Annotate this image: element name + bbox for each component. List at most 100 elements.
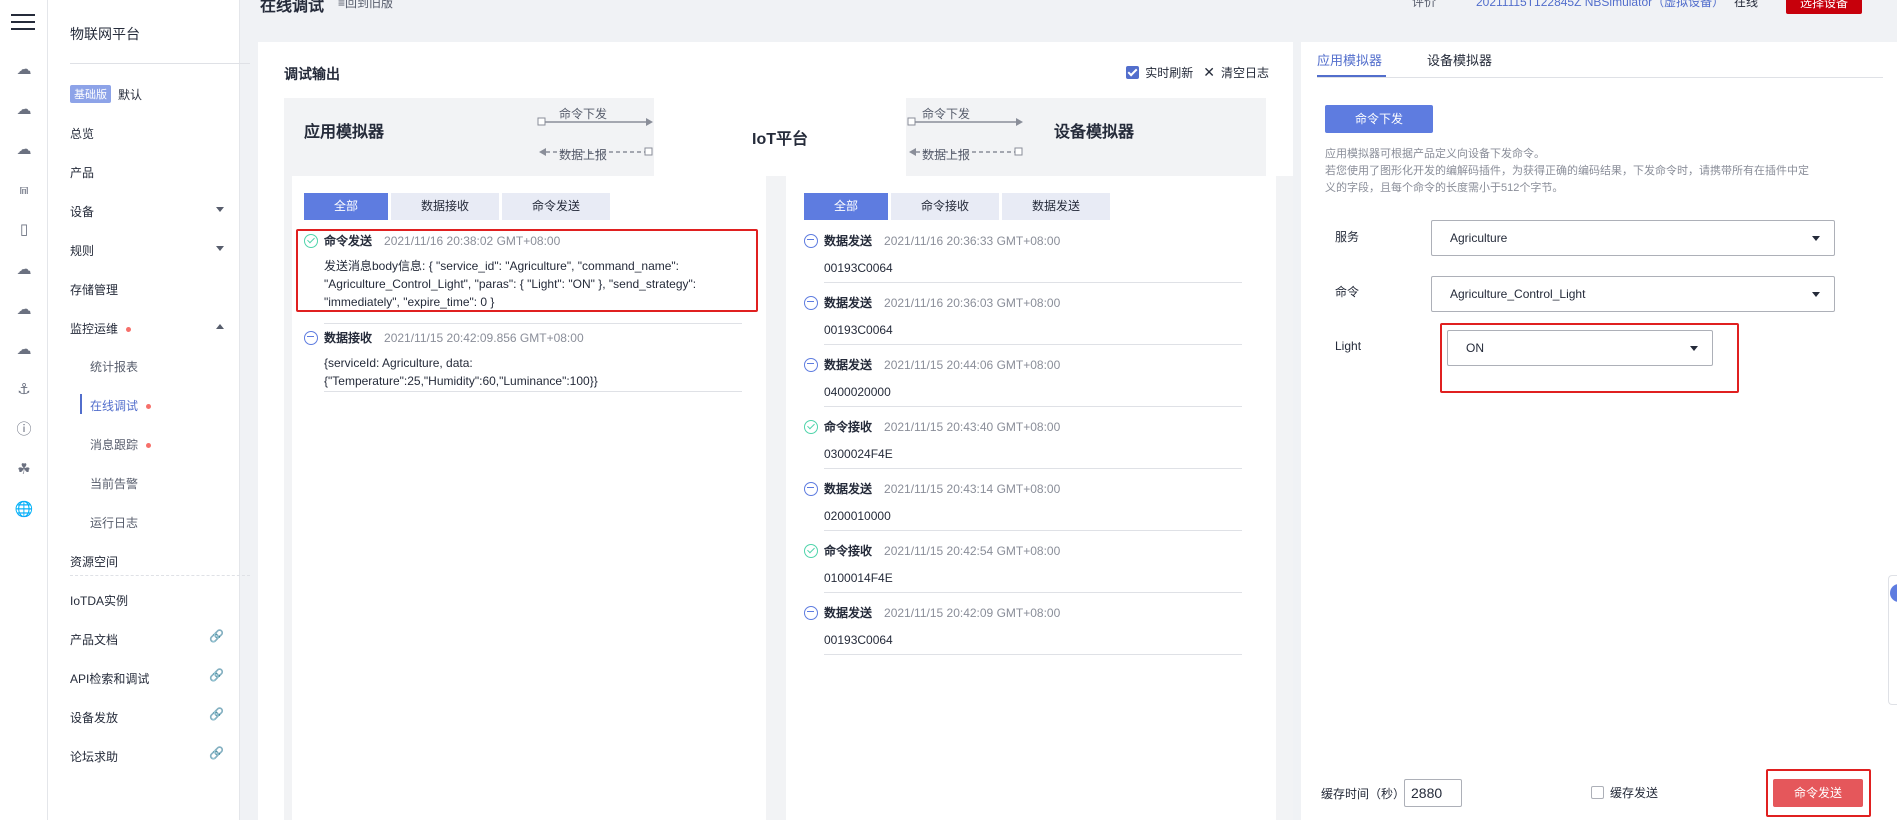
tab-command-send[interactable]: 命令发送 [502, 193, 610, 220]
device-log-entry: 数据发送 2021/11/16 20:36:03 GMT+08:00 00193C0… [804, 294, 1244, 339]
sidebar-item-label: 存储管理 [70, 283, 119, 297]
log-divider [324, 391, 742, 392]
iot-platform-box: IoT平台 [654, 98, 906, 176]
tabs-border [1317, 77, 1883, 78]
sidebar-item-device-provisioning[interactable]: 设备发放 🔗 [70, 707, 240, 726]
icon-rail: ☁ ☁ ☁ ⩎ ▯ ☁ ☁ ☁ ⚓ ⓘ ☘ 🌐 [0, 0, 48, 820]
sidebar-subitem-message-trace[interactable]: 消息跟踪 [90, 436, 152, 453]
simulator-description: 应用模拟器可根据产品定义向设备下发命令。 若您使用了图形化开发的编解码插件，为获… [1325, 146, 1865, 197]
sidebar-item-label: API检索和调试 [70, 672, 150, 686]
cloud-outline-icon[interactable]: ☁ [14, 261, 34, 279]
chevron-down-icon [216, 207, 224, 212]
realtime-refresh-checkbox[interactable] [1126, 66, 1140, 79]
sidebar-item-label: 在线调试 [90, 399, 139, 413]
bridge-icon[interactable]: ⩎ [14, 181, 34, 199]
tab-data-send[interactable]: 数据发送 [1002, 193, 1110, 220]
log-line: {serviceId: Agriculture, data: [324, 356, 473, 370]
external-link-icon: 🔗 [209, 707, 224, 721]
sidebar-item-storage[interactable]: 存储管理 [70, 281, 240, 298]
sync-circle-icon [804, 357, 818, 372]
command-select[interactable]: Agriculture_Control_Light [1431, 276, 1835, 312]
sidebar-subitem-current-alarms[interactable]: 当前告警 [90, 475, 138, 492]
log-type: 数据发送 [824, 482, 873, 496]
sidebar-subitem-run-logs[interactable]: 运行日志 [90, 514, 138, 531]
edition-default: 默认 [118, 88, 143, 102]
realtime-refresh-label: 实时刷新 [1145, 66, 1194, 80]
service-label: 服务 [1335, 230, 1360, 244]
sidebar-item-label: 产品 [70, 166, 95, 180]
column-gutter [766, 176, 786, 820]
sidebar-item-iotda-instance[interactable]: IoTDA实例 [70, 592, 240, 609]
log-type: 数据发送 [824, 296, 873, 310]
cluster-icon[interactable]: ☘ [14, 461, 34, 479]
log-divider [324, 323, 742, 324]
log-value: 0400020000 [824, 385, 891, 399]
log-value: 0100014F4E [824, 571, 893, 585]
log-time: 2021/11/15 20:43:14 GMT+08:00 [884, 481, 1061, 496]
log-divider [824, 530, 1242, 531]
sidebar-item-api-explorer[interactable]: API检索和调试 🔗 [70, 668, 240, 687]
tab-all[interactable]: 全部 [304, 193, 388, 220]
select-device-button[interactable]: 选择设备 [1786, 0, 1863, 14]
device-name[interactable]: 20211115T122845Z NBSimulator（虚拟设备） [1476, 0, 1724, 10]
log-value: 00193C0064 [824, 323, 893, 337]
cloud-upload-icon[interactable]: ☁ [14, 341, 34, 359]
sidebar-divider [70, 575, 250, 576]
sidebar-subitem-online-debug[interactable]: 在线调试 [79, 394, 152, 414]
command-label: 命令 [1335, 285, 1360, 299]
ip-icon[interactable]: ⓘ [14, 421, 34, 439]
globe-icon[interactable]: 🌐 [14, 501, 34, 519]
app-log-entry: 数据接收 2021/11/15 20:42:09.856 GMT+08:00 {s… [304, 329, 744, 390]
desc-line: 义的字段，且每个命令的长度需小于512个字节。 [1325, 182, 1564, 194]
log-divider [824, 406, 1242, 407]
sidebar-item-monitoring[interactable]: 监控运维 [70, 320, 240, 337]
alert-dot [146, 404, 152, 410]
sidebar-item-label: IoTDA实例 [70, 594, 129, 608]
sidebar-item-label: 产品文档 [70, 633, 119, 647]
sidebar-item-resource-space[interactable]: 资源空间 [70, 553, 240, 570]
sidebar-subitem-stats[interactable]: 统计报表 [90, 358, 138, 375]
cloud-settings-icon[interactable]: ☁ [14, 301, 34, 319]
log-type: 命令接收 [824, 544, 873, 558]
sidebar-item-product-docs[interactable]: 产品文档 🔗 [70, 629, 240, 648]
tab-data-receive[interactable]: 数据接收 [391, 193, 499, 220]
close-icon[interactable]: ✕ [1203, 64, 1215, 81]
sync-circle-icon [304, 330, 318, 345]
anchor-icon[interactable]: ⚓ [14, 381, 34, 399]
cloud-icon[interactable]: ☁ [14, 61, 34, 79]
sidebar-item-overview[interactable]: 总览 [70, 125, 240, 142]
service-select[interactable]: Agriculture [1431, 220, 1835, 256]
device-status: 在线 [1734, 0, 1759, 9]
log-divider [824, 344, 1242, 345]
cloud-chat-icon[interactable]: ☁ [14, 101, 34, 119]
tab-app-simulator[interactable]: 应用模拟器 [1317, 50, 1382, 69]
log-type: 数据发送 [824, 358, 873, 372]
sync-circle-icon [804, 233, 818, 248]
sidebar-item-device[interactable]: 设备 [70, 203, 240, 220]
command-send-tab-button[interactable]: 命令下发 [1325, 105, 1433, 133]
hamburger-menu-icon[interactable] [11, 14, 35, 34]
cloud-storage-icon[interactable]: ☁ [14, 141, 34, 159]
desc-line: 应用模拟器可根据产品定义向设备下发命令。 [1325, 148, 1545, 160]
sync-circle-icon [804, 481, 818, 496]
tab-command-receive[interactable]: 命令接收 [891, 193, 999, 220]
check-circle-icon [804, 419, 818, 434]
sidebar-item-rules[interactable]: 规则 [70, 242, 240, 259]
device-icon[interactable]: ▯ [14, 221, 34, 239]
debug-output-panel: 调试输出 实时刷新 ✕ 清空日志 应用模拟器 IoT平台 设备模拟器 命令下发 … [258, 42, 1293, 820]
device-log-entry: 数据发送 2021/11/16 20:36:33 GMT+08:00 00193C0… [804, 232, 1244, 277]
debug-output-title: 调试输出 [284, 66, 340, 82]
tab-device-simulator[interactable]: 设备模拟器 [1427, 50, 1492, 69]
log-type: 数据接收 [324, 331, 373, 345]
clear-log-button[interactable]: 清空日志 [1221, 64, 1269, 81]
sidebar-item-product[interactable]: 产品 [70, 164, 240, 181]
cache-send-checkbox[interactable] [1591, 786, 1604, 799]
sidebar-item-forum[interactable]: 论坛求助 🔗 [70, 746, 240, 765]
tab-all[interactable]: 全部 [804, 193, 888, 220]
active-tab-indicator [1317, 75, 1386, 77]
cache-time-input[interactable]: 2880 [1404, 779, 1462, 807]
external-link-icon: 🔗 [209, 668, 224, 682]
sidebar: 物联网平台 基础版 默认 总览 产品 设备 规则 存储管理 监控运维 统计报表 … [48, 0, 250, 820]
back-to-old-version-link[interactable]: ≡回到旧版 [338, 0, 393, 11]
log-time: 2021/11/15 20:44:06 GMT+08:00 [884, 357, 1061, 372]
